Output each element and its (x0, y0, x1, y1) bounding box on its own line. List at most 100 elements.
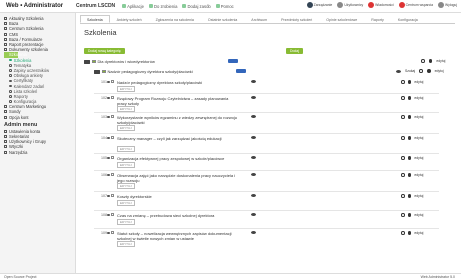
item-checkbox[interactable] (111, 136, 114, 139)
eye-icon[interactable] (251, 115, 256, 118)
tab[interactable]: Raporty (364, 15, 391, 23)
tab[interactable]: Opinie szkoleniowe (319, 15, 364, 23)
top-nav-item-help[interactable]: Pomoc (215, 4, 234, 9)
item-edit-link[interactable]: EDYTUJ (117, 183, 135, 189)
gear-icon[interactable] (407, 213, 412, 217)
item-action-edit[interactable]: edytuj (414, 213, 423, 217)
search-icon[interactable] (401, 231, 405, 235)
item-checkbox[interactable] (111, 156, 114, 159)
eye-icon[interactable] (251, 213, 256, 216)
item-checkbox[interactable] (111, 173, 114, 176)
item-edit-link[interactable]: EDYTUJ (117, 125, 135, 131)
sidebar-item[interactable]: Opcja kont (4, 115, 71, 120)
item-checkbox[interactable] (111, 213, 114, 216)
gear-icon[interactable] (407, 231, 412, 235)
item-title[interactable]: Rządowy Program Rozwoju Czytelnictwa – z… (117, 96, 237, 106)
top-right-messages[interactable]: Wiadomości (368, 2, 394, 8)
top-nav-item-apps[interactable]: Aplikacje (122, 4, 144, 9)
child-search-link[interactable]: Szukaj (405, 69, 415, 73)
item-action-edit[interactable]: edytuj (414, 173, 423, 177)
admin-menu-item[interactable]: Narzędzia (4, 150, 71, 155)
gear-icon[interactable] (407, 96, 412, 100)
item-action-edit[interactable]: edytuj (414, 80, 423, 84)
item-edit-link[interactable]: EDYTUJ (117, 161, 135, 168)
search-icon[interactable] (421, 59, 425, 63)
eye-icon[interactable] (251, 96, 256, 99)
item-title[interactable]: Organizacja efektywnej pracy zespołowej … (117, 156, 237, 161)
search-icon[interactable] (401, 194, 405, 198)
gear-icon[interactable] (407, 115, 412, 119)
item-edit-link[interactable]: EDYTUJ (117, 218, 135, 225)
gear-icon[interactable] (407, 136, 412, 140)
gear-icon[interactable] (407, 194, 412, 198)
top-nav-item-todo[interactable]: Do zrobienia (148, 4, 177, 9)
gear-icon[interactable] (426, 69, 431, 73)
root-edit-link[interactable]: edytuj (436, 59, 445, 63)
search-icon[interactable] (401, 173, 405, 177)
search-icon[interactable] (401, 136, 405, 140)
menu-icon (4, 27, 7, 31)
item-edit-link[interactable]: EDYTUJ (117, 85, 135, 92)
category-checkbox[interactable] (92, 59, 96, 64)
search-icon[interactable] (401, 156, 405, 160)
search-icon[interactable] (401, 96, 405, 100)
search-icon[interactable] (401, 80, 405, 84)
gear-icon[interactable] (428, 59, 433, 63)
item-title[interactable]: Koszty dyrektorskie (117, 194, 237, 199)
eye-icon[interactable] (251, 136, 256, 139)
eye-icon[interactable] (251, 173, 256, 176)
item-title[interactable]: Nadzór pedagogiczny dyrektora szkoły/pla… (117, 80, 237, 85)
gear-icon[interactable] (407, 156, 412, 160)
item-action-edit[interactable]: edytuj (414, 136, 423, 140)
main-content: Szkolenia Ankiety szkoleń Zgłoszenia na sz… (76, 13, 461, 280)
search-icon[interactable] (401, 213, 405, 217)
child-edit-link[interactable]: edytuj (435, 69, 444, 73)
search-icon[interactable] (419, 69, 423, 73)
item-title[interactable]: Wykorzystanie wyników egzaminu z wiedzy … (117, 115, 237, 125)
top-right-logout[interactable]: Wyloguj (437, 2, 457, 8)
item-checkbox[interactable] (111, 115, 114, 118)
gear-icon[interactable] (407, 173, 412, 177)
tab[interactable]: Zgłoszenia na szkolenia (149, 15, 201, 23)
item-title[interactable]: Obserwacja zajęć jako narzędzie doskonal… (117, 173, 237, 183)
top-nav-item-add[interactable]: Dodaj zasób (182, 4, 211, 9)
eye-icon[interactable] (251, 156, 256, 159)
item-edit-link[interactable]: EDYTUJ (117, 199, 135, 206)
add-button[interactable]: Dodaj (286, 48, 303, 54)
eye-icon[interactable] (396, 69, 401, 73)
item-checkbox[interactable] (111, 194, 114, 197)
category-checkbox[interactable] (102, 69, 106, 74)
top-right-users[interactable]: Użytkownicy (337, 2, 363, 8)
eye-icon[interactable] (251, 80, 256, 83)
tab[interactable]: Szkolenia (80, 15, 110, 23)
item-action-edit[interactable]: edytuj (414, 96, 423, 100)
eye-icon[interactable] (251, 194, 256, 197)
item-title[interactable]: Czas na zmianę – przebudowa sieci szkoln… (117, 213, 237, 218)
tab[interactable]: Przedmioty szkoleń (274, 15, 319, 23)
tab[interactable]: Archiwum (244, 15, 274, 23)
search-icon[interactable] (401, 115, 405, 119)
item-title[interactable]: Statut szkoły – nowelizacja wewnętrznych… (117, 231, 237, 241)
gear-icon[interactable] (407, 80, 412, 84)
eye-icon[interactable] (251, 231, 256, 234)
item-edit-link[interactable]: EDYTUJ (117, 241, 135, 247)
tab[interactable]: Ankiety szkoleń (110, 15, 149, 23)
item-checkbox[interactable] (111, 231, 114, 234)
item-edit-link[interactable]: EDYTUJ (117, 146, 135, 152)
item-checkbox[interactable] (111, 80, 114, 83)
tab[interactable]: Konfiguracja (391, 15, 425, 23)
item-checkbox[interactable] (111, 96, 114, 99)
top-nav-section[interactable]: Centrum LSCDN (76, 3, 115, 9)
item-title[interactable]: Skuteczny manager – czyli jak zarządzać … (117, 136, 237, 141)
item-action-edit[interactable]: edytuj (414, 156, 423, 160)
top-right-support[interactable]: Centrum wsparcia (398, 2, 433, 8)
item-action-edit[interactable]: edytuj (414, 115, 423, 119)
item-action-edit[interactable]: edytuj (414, 231, 423, 235)
tree-root-category[interactable]: Dla dyrektorów i wicedyrektorów (84, 59, 155, 64)
top-right-manage[interactable]: Zarządzanie (306, 2, 332, 8)
tree-child-category[interactable]: Nadzór pedagogiczny dyrektora szkoły/pla… (94, 69, 193, 74)
apps-icon (122, 4, 127, 8)
add-category-button[interactable]: Dodaj nową kategorię (84, 48, 125, 54)
tab[interactable]: Ostatnie szkolenia (201, 15, 244, 23)
item-action-edit[interactable]: edytuj (414, 194, 423, 198)
